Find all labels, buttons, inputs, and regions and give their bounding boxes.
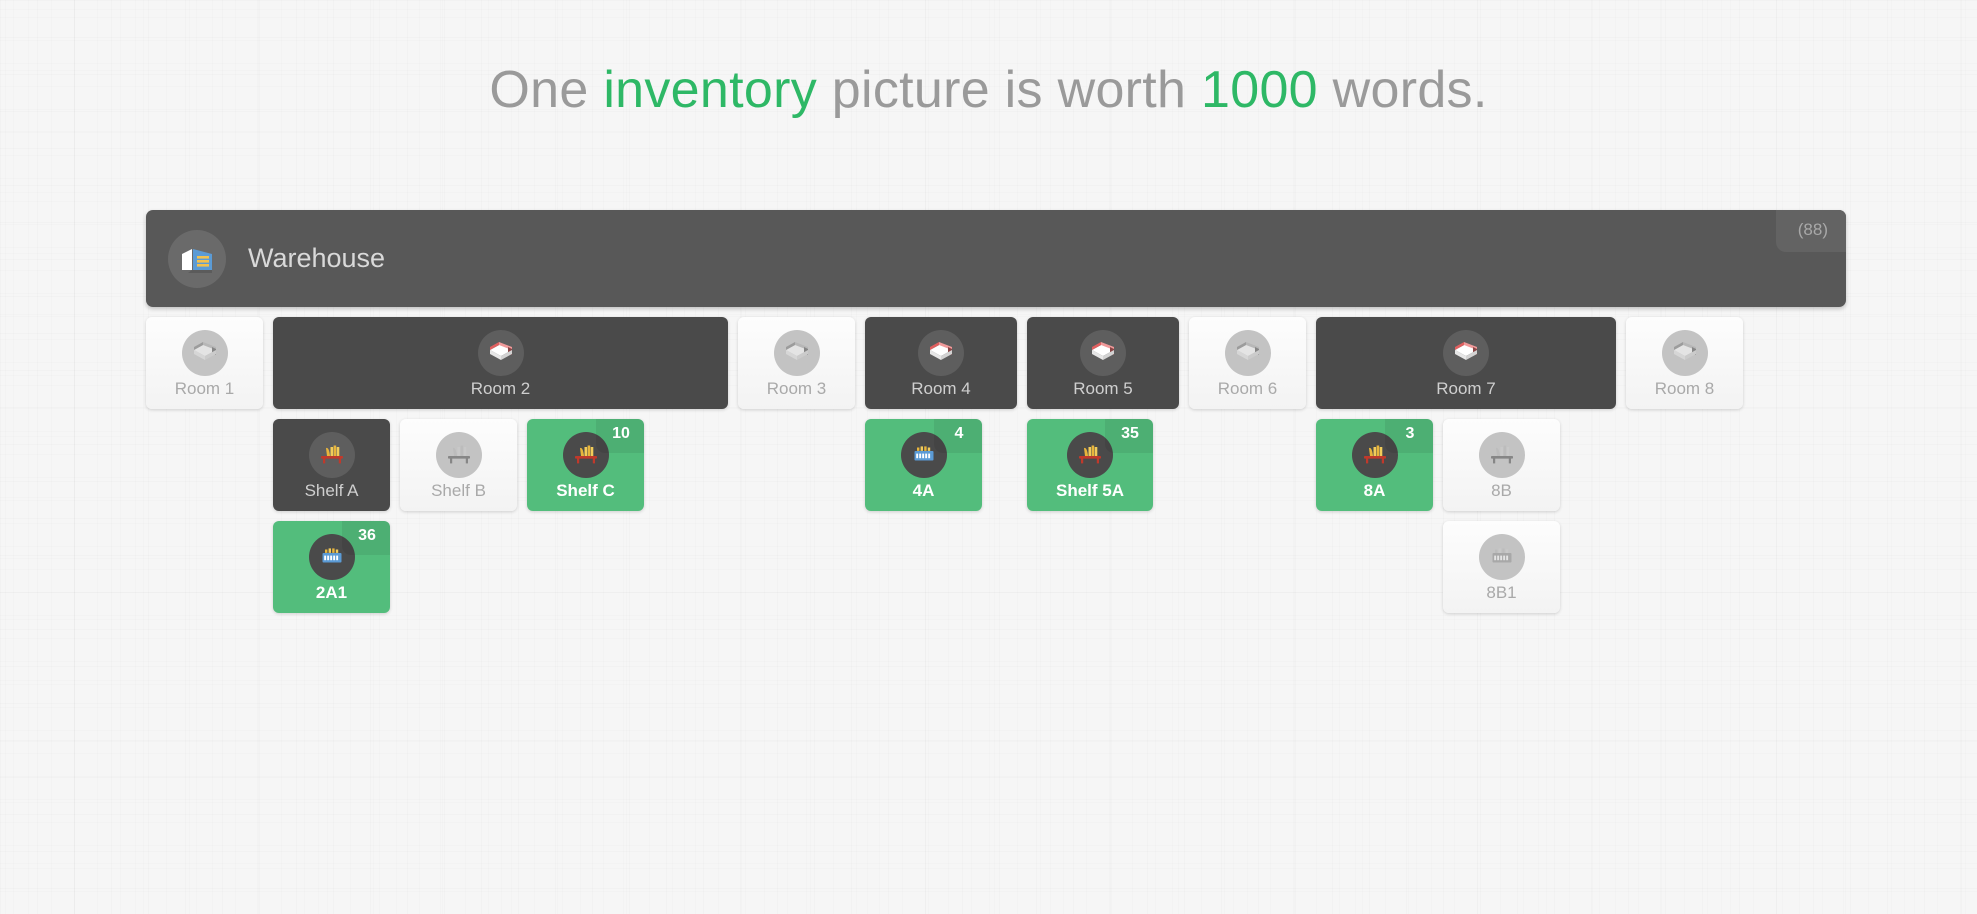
shelves-tile-label: Shelf B: [431, 480, 486, 500]
shelves-row: Shelf A Shelf B Shelf C 10 4A 4 Shelf 5A 35 8A 3 8…: [146, 419, 1846, 511]
rooms-tile[interactable]: Room 5: [1027, 317, 1179, 409]
inventory-tree-page: One inventory picture is worth 1000 word…: [0, 0, 1977, 914]
shelves-tile[interactable]: Shelf 5A 35: [1027, 419, 1153, 511]
warehouse-count-badge: (88): [1775, 210, 1846, 252]
shelves-tile-label: Shelf C: [556, 480, 615, 500]
open-box-icon: [181, 329, 228, 376]
warehouse-icon: [168, 229, 226, 288]
bins-tile-count-badge: 36: [342, 521, 390, 555]
shelves-tile-count-badge: 3: [1385, 419, 1433, 453]
shelf-icon: [308, 431, 355, 478]
rooms-tile-label: Room 3: [766, 378, 827, 398]
title-accent-inventory: inventory: [603, 61, 818, 119]
shelves-tile-count-badge: 35: [1105, 419, 1153, 453]
title-accent-1000: 1000: [1201, 61, 1318, 119]
shelf-icon: [1478, 431, 1525, 478]
shelves-tile-label: 8B: [1491, 480, 1512, 500]
shelves-tile[interactable]: 4A 4: [865, 419, 982, 511]
shelves-tile[interactable]: Shelf A: [273, 419, 390, 511]
open-box-icon: [1224, 329, 1271, 376]
rooms-tile-label: Room 4: [911, 378, 971, 398]
shelves-tile-label: 8A: [1363, 480, 1386, 500]
warehouse-header[interactable]: Warehouse (88): [146, 210, 1846, 307]
rooms-tile-label: Room 7: [1436, 378, 1496, 398]
shelves-tile[interactable]: 8B: [1443, 419, 1560, 511]
rooms-tile-label: Room 6: [1217, 378, 1278, 398]
title-part-2: picture is worth: [817, 61, 1201, 119]
rooms-tile-label: Room 1: [174, 378, 235, 398]
rooms-tile-label: Room 5: [1073, 378, 1133, 398]
rooms-tile-label: Room 2: [470, 378, 531, 398]
open-box-icon: [773, 329, 820, 376]
rooms-tile[interactable]: Room 6: [1189, 317, 1306, 409]
shelves-tile-label: 4A: [912, 480, 935, 500]
bins-tile[interactable]: 8B1: [1443, 521, 1560, 613]
rooms-row: Room 1 Room 2 Room 3 Room 4 Room 5 Room 6 Room…: [146, 317, 1846, 409]
bins-row: 2A1 36 8B1: [146, 521, 1846, 613]
open-box-icon: [1661, 329, 1708, 376]
rooms-tile-label: Room 8: [1654, 378, 1715, 398]
shelves-tile-label: Shelf 5A: [1055, 480, 1125, 500]
bins-tile[interactable]: 2A1 36: [273, 521, 390, 613]
shelf-icon: [435, 431, 482, 478]
crate-icon: [1478, 533, 1525, 580]
open-box-icon: [1080, 329, 1126, 376]
rooms-tile[interactable]: Room 8: [1626, 317, 1743, 409]
shelves-tile[interactable]: 8A 3: [1316, 419, 1433, 511]
title-part-3: words.: [1317, 61, 1488, 119]
rooms-tile[interactable]: Room 4: [865, 317, 1017, 409]
bins-tile-label: 8B1: [1486, 582, 1517, 602]
bins-tile-label: 2A1: [315, 582, 348, 602]
shelves-tile-count-badge: 4: [934, 419, 982, 453]
warehouse-label: Warehouse: [248, 243, 386, 273]
shelves-tile[interactable]: Shelf C 10: [527, 419, 644, 511]
rooms-tile[interactable]: Room 7: [1316, 317, 1616, 409]
title-part-1: One: [489, 61, 604, 119]
page-title: One inventory picture is worth 1000 word…: [0, 60, 1977, 120]
rooms-tile[interactable]: Room 1: [146, 317, 263, 409]
warehouse-tree: Warehouse (88) Room 1 Room 2 Room 3 Room 4R…: [146, 210, 1846, 613]
rooms-tile[interactable]: Room 3: [738, 317, 855, 409]
shelves-tile[interactable]: Shelf B: [400, 419, 517, 511]
shelves-tile-label: Shelf A: [304, 480, 359, 500]
open-box-icon: [918, 329, 964, 376]
shelves-tile-count-badge: 10: [596, 419, 644, 453]
open-box-icon: [1443, 329, 1489, 376]
open-box-icon: [477, 329, 524, 376]
rooms-tile[interactable]: Room 2: [273, 317, 728, 409]
